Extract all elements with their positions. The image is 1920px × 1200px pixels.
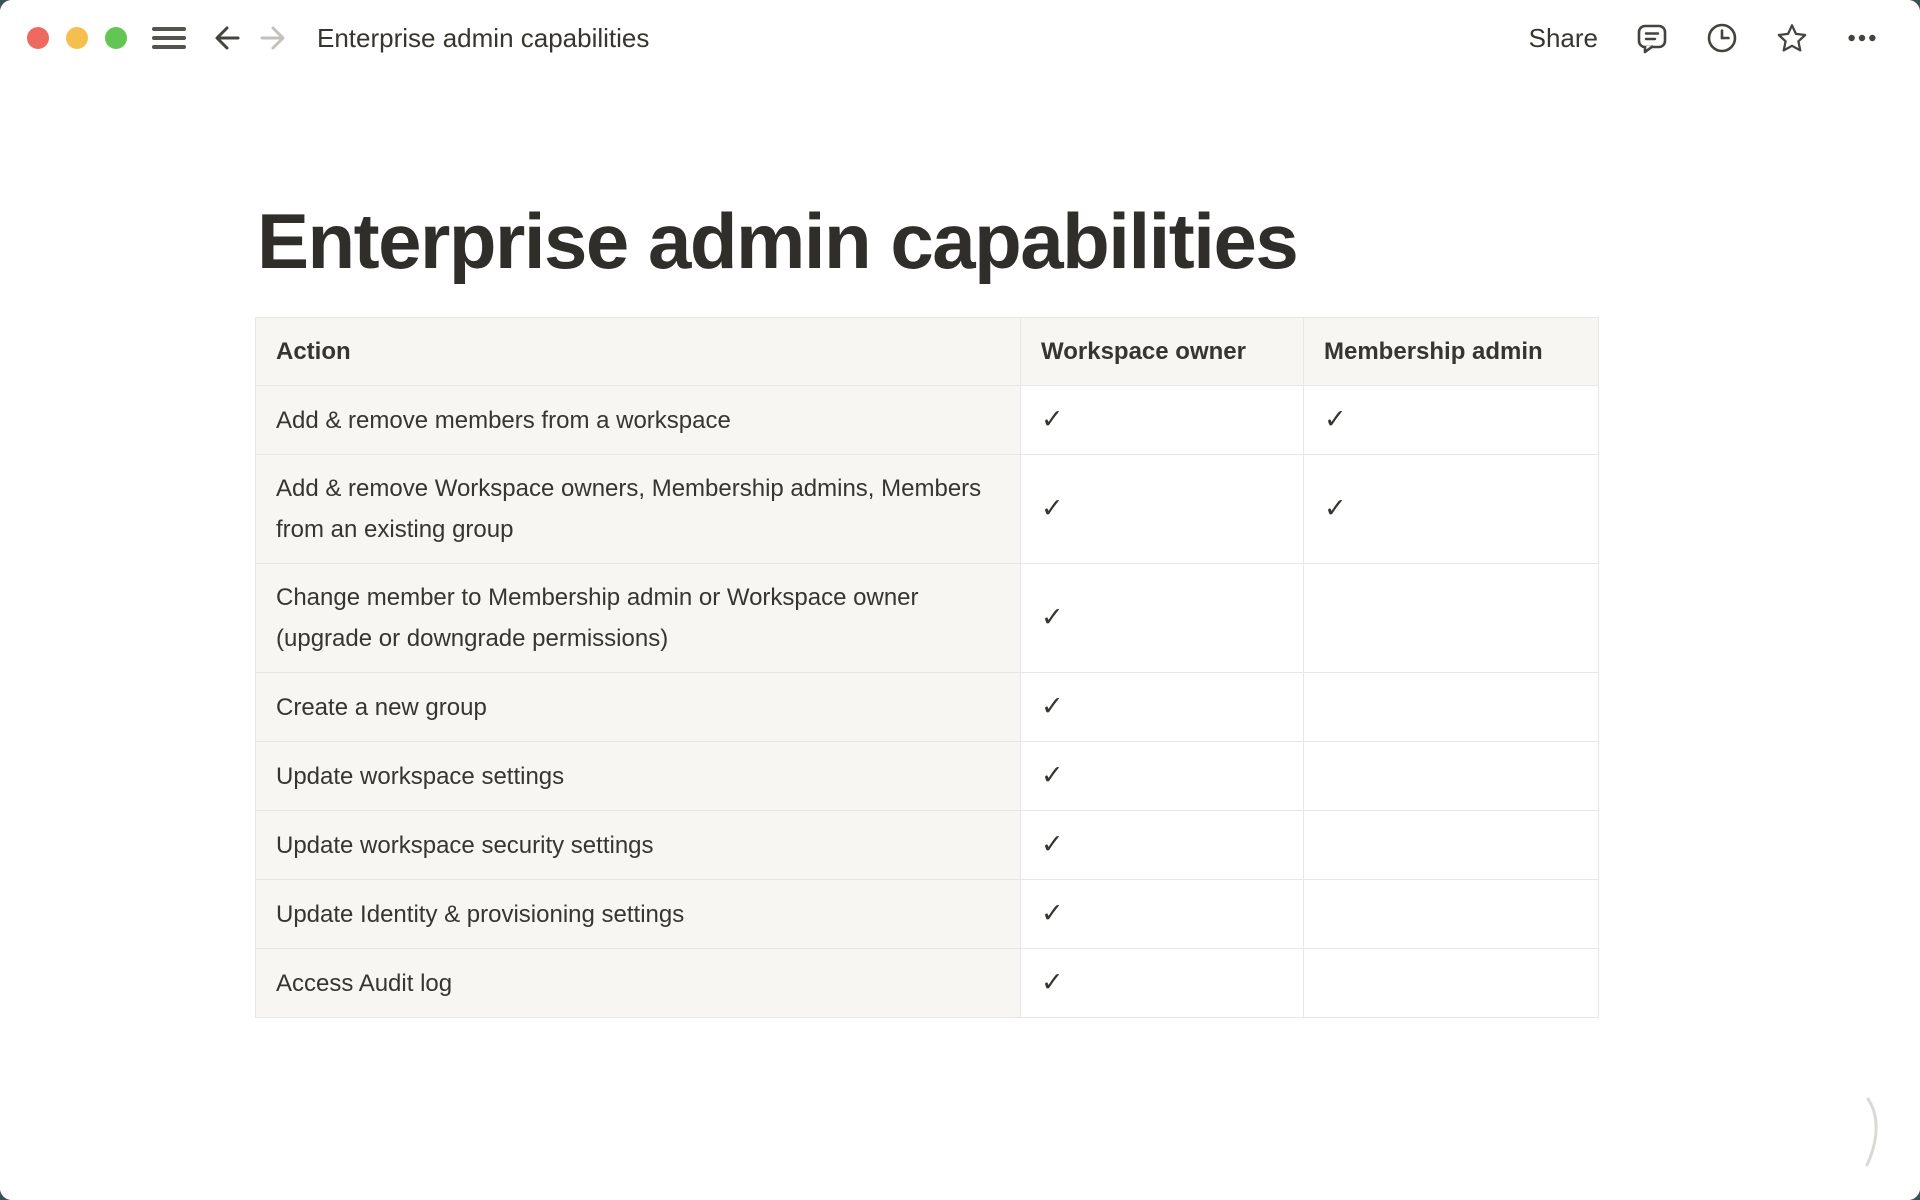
zoom-window-button[interactable] xyxy=(105,27,127,49)
column-header-workspace-owner[interactable]: Workspace owner xyxy=(1021,318,1304,386)
check-cell-checked[interactable]: ✓ xyxy=(1021,949,1304,1018)
action-cell[interactable]: Change member to Membership admin or Wor… xyxy=(256,564,1021,673)
checkmark-icon: ✓ xyxy=(1041,829,1064,859)
table-row: Change member to Membership admin or Wor… xyxy=(256,564,1599,673)
checkmark-icon: ✓ xyxy=(1041,602,1064,632)
column-header-membership-admin[interactable]: Membership admin xyxy=(1304,318,1599,386)
more-ellipsis-icon[interactable] xyxy=(1846,22,1878,54)
checkmark-icon: ✓ xyxy=(1041,404,1064,434)
action-cell[interactable]: Update workspace settings xyxy=(256,742,1021,811)
close-window-button[interactable] xyxy=(27,27,49,49)
table-row: Update workspace settings ✓ xyxy=(256,742,1599,811)
check-cell-empty[interactable] xyxy=(1304,949,1599,1018)
window-controls xyxy=(27,27,127,49)
breadcrumb-page-title[interactable]: Enterprise admin capabilities xyxy=(317,0,649,76)
back-arrow-icon[interactable] xyxy=(212,23,242,53)
check-cell-checked[interactable]: ✓ xyxy=(1021,455,1304,564)
check-cell-checked[interactable]: ✓ xyxy=(1021,742,1304,811)
check-cell-checked[interactable]: ✓ xyxy=(1304,455,1599,564)
help-bubble-edge xyxy=(1864,1097,1888,1167)
action-cell[interactable]: Access Audit log xyxy=(256,949,1021,1018)
topbar-actions: Share xyxy=(1529,0,1878,76)
checkmark-icon: ✓ xyxy=(1041,493,1064,523)
check-cell-empty[interactable] xyxy=(1304,742,1599,811)
action-cell[interactable]: Update workspace security settings xyxy=(256,811,1021,880)
table-row: Add & remove members from a workspace ✓ ✓ xyxy=(256,386,1599,455)
table-row: Access Audit log ✓ xyxy=(256,949,1599,1018)
check-cell-empty[interactable] xyxy=(1304,880,1599,949)
forward-arrow-icon[interactable] xyxy=(258,23,288,53)
check-cell-checked[interactable]: ✓ xyxy=(1021,564,1304,673)
checkmark-icon: ✓ xyxy=(1041,760,1064,790)
action-cell[interactable]: Update Identity & provisioning settings xyxy=(256,880,1021,949)
check-cell-checked[interactable]: ✓ xyxy=(1021,386,1304,455)
capabilities-table: ActionWorkspace ownerMembership admin Ad… xyxy=(255,317,1599,1018)
action-cell[interactable]: Add & remove members from a workspace xyxy=(256,386,1021,455)
table-row: Add & remove Workspace owners, Membershi… xyxy=(256,455,1599,564)
action-cell[interactable]: Add & remove Workspace owners, Membershi… xyxy=(256,455,1021,564)
checkmark-icon: ✓ xyxy=(1041,967,1064,997)
check-cell-empty[interactable] xyxy=(1304,673,1599,742)
checkmark-icon: ✓ xyxy=(1324,493,1347,523)
history-clock-icon[interactable] xyxy=(1706,22,1738,54)
comment-icon[interactable] xyxy=(1636,22,1668,54)
check-cell-checked[interactable]: ✓ xyxy=(1021,673,1304,742)
table-body: Add & remove members from a workspace✓✓A… xyxy=(256,386,1599,1018)
checkmark-icon: ✓ xyxy=(1041,691,1064,721)
check-cell-empty[interactable] xyxy=(1304,564,1599,673)
page-title[interactable]: Enterprise admin capabilities xyxy=(257,194,1920,288)
share-button[interactable]: Share xyxy=(1529,23,1598,54)
minimize-window-button[interactable] xyxy=(66,27,88,49)
check-cell-checked[interactable]: ✓ xyxy=(1021,880,1304,949)
check-cell-checked[interactable]: ✓ xyxy=(1304,386,1599,455)
hamburger-menu-icon[interactable] xyxy=(152,27,186,49)
column-header-action[interactable]: Action xyxy=(256,318,1021,386)
checkmark-icon: ✓ xyxy=(1041,898,1064,928)
table-row: Update Identity & provisioning settings ✓ xyxy=(256,880,1599,949)
checkmark-icon: ✓ xyxy=(1324,404,1347,434)
action-cell[interactable]: Create a new group xyxy=(256,673,1021,742)
app-window: Enterprise admin capabilities Share xyxy=(0,0,1920,1200)
page-content: Enterprise admin capabilities ActionWork… xyxy=(0,76,1920,1200)
table-row: Create a new group ✓ xyxy=(256,673,1599,742)
table-row: Update workspace security settings ✓ xyxy=(256,811,1599,880)
check-cell-empty[interactable] xyxy=(1304,811,1599,880)
table-header-row: ActionWorkspace ownerMembership admin xyxy=(256,318,1599,386)
favorite-star-icon[interactable] xyxy=(1776,22,1808,54)
top-bar: Enterprise admin capabilities Share xyxy=(0,0,1920,76)
check-cell-checked[interactable]: ✓ xyxy=(1021,811,1304,880)
